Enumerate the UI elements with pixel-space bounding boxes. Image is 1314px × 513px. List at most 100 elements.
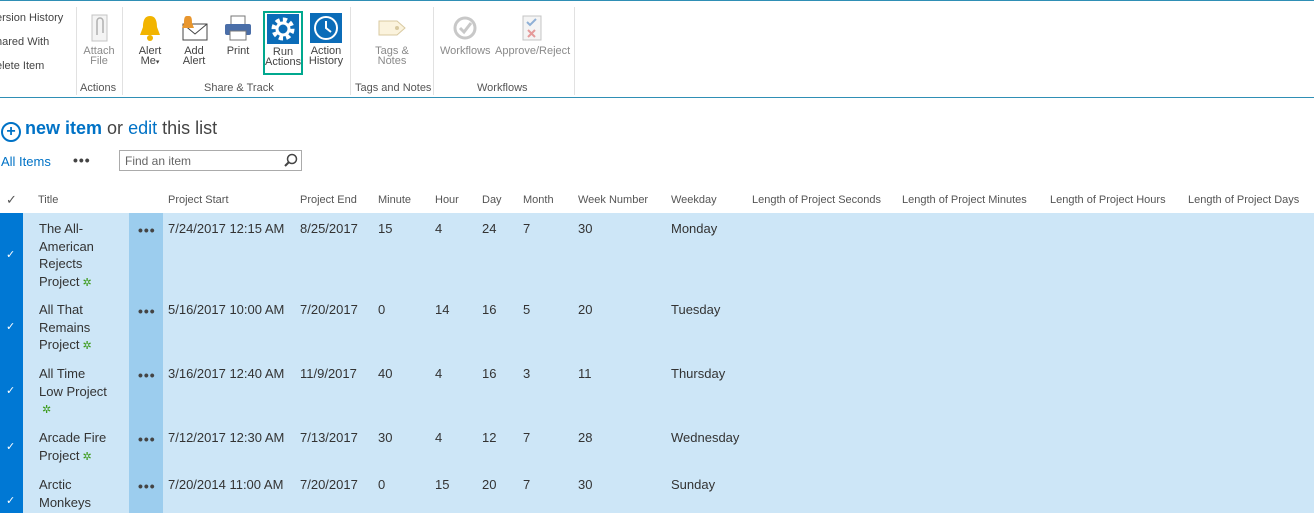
row-check-icon[interactable]: ✓	[6, 320, 15, 333]
print-button[interactable]: Print	[222, 13, 254, 57]
cell-project-start: 5/16/2017 10:00 AM	[168, 302, 285, 317]
group-label-tags-and-notes: Tags and Notes	[355, 82, 432, 94]
tags-notes-label-2: Notes	[377, 55, 407, 67]
print-label: Print	[226, 45, 250, 57]
cell-hour: 4	[435, 221, 443, 236]
cell-project-start: 7/24/2017 12:15 AM	[168, 221, 285, 236]
paperclip-icon	[91, 14, 108, 42]
cell-minute: 0	[378, 302, 386, 317]
cell-minute: 30	[378, 430, 393, 445]
version-history-link[interactable]: ersion History	[0, 12, 63, 24]
row-title[interactable]: All Time Low Project ✲	[39, 365, 119, 420]
ribbon-separator	[350, 7, 351, 95]
run-actions-button[interactable]: Run Actions	[263, 11, 303, 75]
cell-day: 12	[482, 430, 497, 445]
this-list-text: this list	[162, 118, 218, 138]
bell-icon	[140, 16, 160, 41]
attach-file-label-2: File	[90, 55, 108, 67]
row-check-icon[interactable]: ✓	[6, 248, 15, 261]
column-header-project-start[interactable]: Project Start	[168, 194, 229, 206]
new-item-link[interactable]: new item	[25, 118, 102, 138]
search-placeholder: Find an item	[125, 154, 192, 168]
cell-month: 7	[523, 221, 531, 236]
item-menu-icon[interactable]: •••	[138, 431, 156, 447]
envelope-alert-icon	[182, 16, 208, 41]
row-check-icon[interactable]: ✓	[6, 384, 15, 397]
cell-weekday: Wednesday	[671, 430, 740, 445]
column-header-weekday[interactable]: Weekday	[671, 194, 717, 206]
search-icon[interactable]	[284, 153, 298, 167]
more-views-icon[interactable]: •••	[73, 152, 91, 168]
view-all-items[interactable]: All Items	[1, 154, 51, 169]
shared-with-link[interactable]: hared With	[0, 36, 49, 48]
tags-notes-button[interactable]: Tags & Notes	[372, 13, 412, 67]
add-alert-label-2: Alert	[182, 55, 206, 67]
row-title[interactable]: Arcade Fire Project ✲	[39, 429, 119, 466]
row-title[interactable]: The All- American Rejects Project ✲	[39, 220, 119, 292]
search-input[interactable]: Find an item	[119, 150, 302, 171]
cell-hour: 15	[435, 477, 450, 492]
new-item-icon: ✲	[82, 340, 92, 352]
column-header-hour[interactable]: Hour	[435, 194, 459, 206]
cell-project-end: 8/25/2017	[300, 221, 358, 236]
new-item-bar: + new item or edit this list	[1, 118, 217, 142]
cell-month: 7	[523, 477, 531, 492]
cell-week-number: 11	[578, 366, 592, 381]
workflows-label: Workflows	[440, 45, 491, 57]
workflows-button[interactable]: Workflows	[440, 13, 491, 57]
add-alert-button[interactable]: Add Alert	[178, 13, 210, 67]
group-label-actions: Actions	[80, 82, 117, 94]
action-history-button[interactable]: Action History	[308, 13, 344, 67]
column-header-length-days[interactable]: Length of Project Days	[1188, 194, 1299, 206]
cell-minute: 0	[378, 477, 386, 492]
item-menu-icon[interactable]: •••	[138, 478, 156, 494]
cell-day: 16	[482, 366, 497, 381]
ribbon-separator	[122, 7, 123, 95]
row-title[interactable]: Arctic Monkeys	[39, 476, 119, 511]
item-menu-icon[interactable]: •••	[138, 222, 156, 238]
row-check-icon[interactable]: ✓	[6, 440, 15, 453]
cell-week-number: 30	[578, 221, 593, 236]
row-title-line: The All-	[39, 221, 84, 236]
item-menu-icon[interactable]: •••	[138, 303, 156, 319]
column-header-title[interactable]: Title	[38, 194, 58, 206]
cell-hour: 4	[435, 366, 443, 381]
selected-rows-area	[0, 213, 1314, 513]
column-header-project-end[interactable]: Project End	[300, 194, 357, 206]
cell-project-end: 11/9/2017	[300, 366, 357, 381]
column-header-week-number[interactable]: Week Number	[578, 194, 648, 206]
row-title[interactable]: All That Remains Project ✲	[39, 301, 119, 356]
ribbon: ersion History hared With elete Item Att…	[0, 0, 1314, 98]
delete-item-link[interactable]: elete Item	[0, 60, 44, 72]
workflow-icon	[453, 16, 477, 40]
column-header-day[interactable]: Day	[482, 194, 502, 206]
plus-circle-icon[interactable]: +	[1, 122, 21, 142]
edit-list-link[interactable]: edit	[128, 118, 157, 138]
row-title-line: Remains	[39, 319, 91, 335]
clock-icon	[310, 13, 342, 43]
cell-minute: 40	[378, 366, 393, 381]
cell-minute: 15	[378, 221, 393, 236]
attach-file-button[interactable]: Attach File	[82, 13, 116, 67]
new-item-icon: ✲	[82, 450, 92, 463]
row-check-icon[interactable]: ✓	[6, 494, 15, 507]
column-header-minute[interactable]: Minute	[378, 194, 411, 206]
approve-reject-label: Approve/Reject	[495, 45, 571, 57]
alert-me-button[interactable]: Alert Me▾	[134, 13, 166, 68]
cell-month: 5	[523, 302, 531, 317]
column-header-month[interactable]: Month	[523, 194, 554, 206]
approve-reject-button[interactable]: Approve/Reject	[495, 13, 571, 57]
chevron-down-icon: ▾	[155, 59, 160, 66]
row-title-line: All Time	[39, 366, 86, 381]
cell-weekday: Thursday	[671, 366, 726, 381]
column-header-length-seconds[interactable]: Length of Project Seconds	[752, 194, 881, 206]
column-header-length-hours[interactable]: Length of Project Hours	[1050, 194, 1166, 206]
cell-day: 24	[482, 221, 497, 236]
cell-weekday: Monday	[671, 221, 718, 236]
cell-week-number: 28	[578, 430, 593, 445]
select-all-check-icon[interactable]: ✓	[6, 192, 17, 208]
tag-icon	[378, 20, 406, 36]
column-header-length-minutes[interactable]: Length of Project Minutes	[902, 194, 1027, 206]
item-menu-icon[interactable]: •••	[138, 367, 156, 383]
row-title-line: Project	[39, 337, 80, 352]
